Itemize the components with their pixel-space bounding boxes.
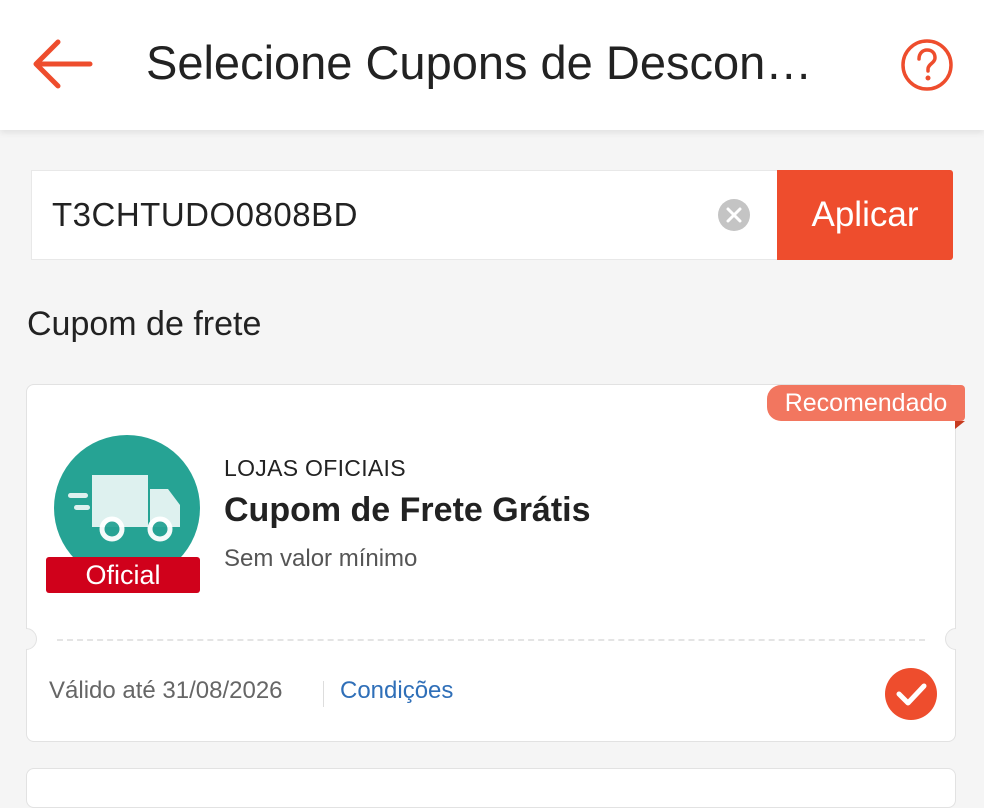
recommended-badge: Recomendado <box>767 385 965 421</box>
page-title: Selecione Cupons de Descon… <box>146 36 813 89</box>
back-button[interactable] <box>30 36 94 92</box>
help-button[interactable] <box>900 38 954 92</box>
arrow-left-icon <box>33 39 93 89</box>
section-title: Cupom de frete <box>27 305 262 343</box>
coupon-code-row: Aplicar <box>31 170 953 260</box>
top-bar: Selecione Cupons de Descon… <box>0 0 984 130</box>
clear-input-button[interactable] <box>718 199 750 231</box>
card-notch-right <box>945 628 956 650</box>
card-divider <box>57 639 925 641</box>
question-circle-icon <box>901 39 953 91</box>
apply-button[interactable]: Aplicar <box>777 170 953 260</box>
footer-separator <box>323 681 324 707</box>
official-tag: Oficial <box>46 557 200 593</box>
clear-circle-icon <box>718 199 750 231</box>
checkmark-icon <box>896 683 927 706</box>
official-stores-logo: Oficial <box>46 433 200 593</box>
coupon-category: LOJAS OFICIAIS <box>224 455 406 481</box>
coupon-code-input[interactable] <box>52 171 712 259</box>
coupon-validity: Válido até 31/08/2026 <box>49 677 283 704</box>
conditions-link[interactable]: Condições <box>340 677 453 705</box>
next-coupon-card[interactable] <box>26 768 956 808</box>
card-notch-left <box>26 628 37 650</box>
coupon-selected-checkbox[interactable] <box>885 668 937 720</box>
coupon-minimum: Sem valor mínimo <box>224 545 418 572</box>
coupon-card[interactable]: Recomendado Oficial LOJAS OFICIAIS Cupom… <box>26 384 965 742</box>
badge-fold <box>955 421 965 429</box>
coupon-title: Cupom de Frete Grátis <box>224 491 591 529</box>
